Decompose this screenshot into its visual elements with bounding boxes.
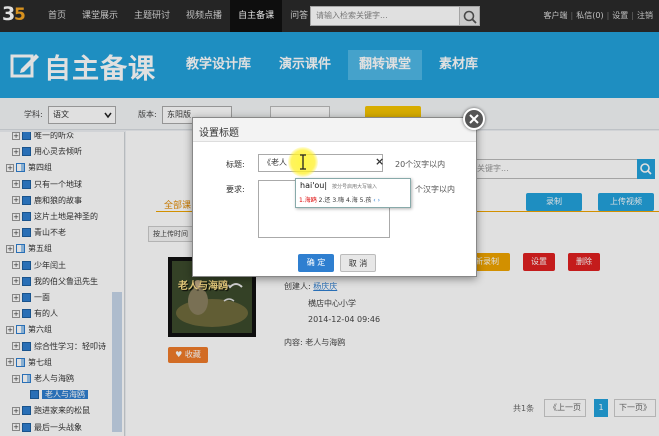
dialog-close-button[interactable] [463, 108, 485, 130]
ime-candidate[interactable]: 2.还 [319, 197, 331, 204]
ime-candidate-window: hai'ou| 按分号启用大写输入 1.海鸥 2.还 3.嗨 4.海 5.孩 ‹… [295, 178, 411, 208]
ime-pinyin: hai'ou| [300, 181, 328, 190]
text-cursor-icon [300, 154, 306, 170]
ime-candidate[interactable]: 1.海鸥 [299, 197, 317, 204]
cancel-button[interactable]: 取 消 [340, 254, 376, 272]
requirement-field-label: 要求: [226, 185, 245, 194]
close-icon [469, 114, 479, 124]
requirement-length-hint: 个汉字以内 [415, 185, 455, 194]
ime-page-nav[interactable]: ‹ › [373, 197, 380, 204]
dialog-header: 设置标题 [193, 118, 476, 142]
title-input[interactable]: 《老人 [258, 154, 383, 172]
ime-candidates: 1.海鸥 2.还 3.嗨 4.海 5.孩 ‹ › [299, 195, 380, 204]
title-length-hint: 20个汉字以内 [395, 160, 446, 169]
ime-candidate[interactable]: 4.海 [346, 197, 358, 204]
dialog-title: 设置标题 [199, 128, 239, 139]
ime-candidate[interactable]: 5.孩 [360, 197, 372, 204]
title-field-label: 标题: [226, 160, 245, 169]
ime-candidate[interactable]: 3.嗨 [332, 197, 344, 204]
ime-tip: 按分号启用大写输入 [332, 184, 378, 190]
clear-input-icon[interactable]: × [375, 156, 384, 167]
confirm-button[interactable]: 确 定 [298, 254, 334, 272]
